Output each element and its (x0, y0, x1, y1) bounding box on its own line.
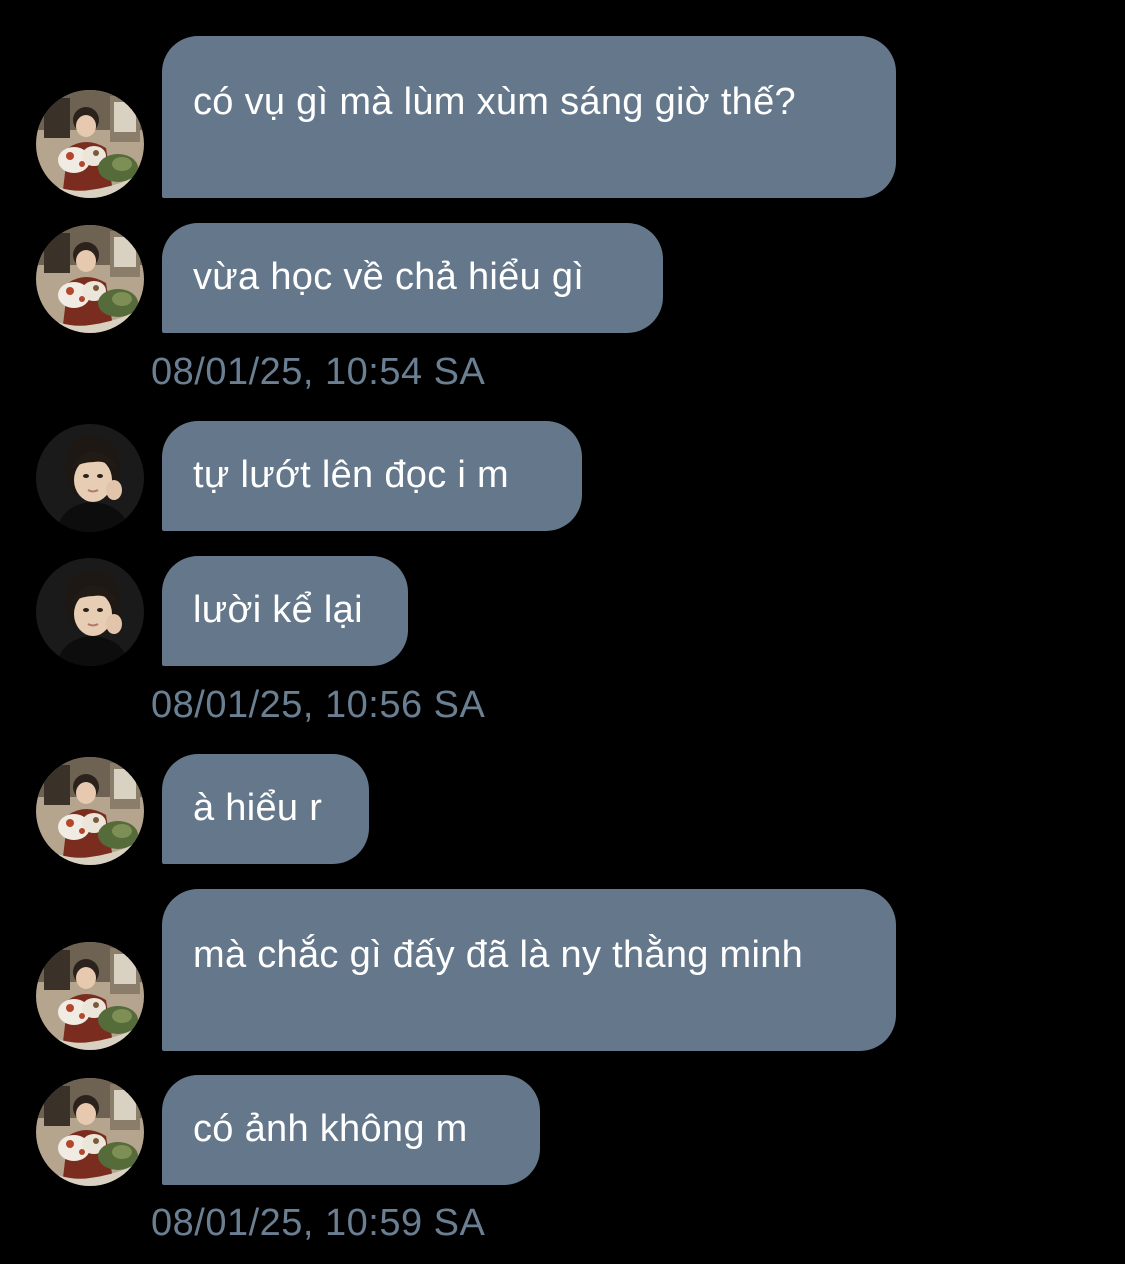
timestamp: 08/01/25, 10:59 SA (151, 1202, 486, 1244)
message-text: có vụ gì mà lùm xùm sáng giờ thế? (193, 81, 796, 123)
message-text: có ảnh không m (193, 1108, 468, 1150)
message-bubble[interactable]: vừa học về chả hiểu gì (162, 223, 663, 333)
avatar-photo-icon (36, 757, 144, 865)
friend-b-avatar[interactable] (36, 558, 144, 666)
friend-a-avatar[interactable] (36, 942, 144, 1050)
avatar-photo-icon (36, 558, 144, 666)
message-text: à hiểu r (193, 787, 323, 829)
avatar-photo-icon (36, 90, 144, 198)
message-text: vừa học về chả hiểu gì (193, 256, 585, 298)
message-thread: có vụ gì mà lùm xùm sáng giờ thế? vừa họ… (0, 0, 1125, 1264)
avatar-photo-icon (36, 424, 144, 532)
friend-a-avatar[interactable] (36, 225, 144, 333)
message-row: à hiểu r (0, 754, 1125, 864)
message-row: có vụ gì mà lùm xùm sáng giờ thế? (0, 36, 1125, 199)
friend-a-avatar[interactable] (36, 757, 144, 865)
message-row: tự lướt lên đọc i m (0, 421, 1125, 531)
message-row: mà chắc gì đấy đã là ny thằng minh (0, 889, 1125, 1051)
friend-a-avatar[interactable] (36, 1078, 144, 1186)
timestamp: 08/01/25, 10:54 SA (151, 351, 486, 393)
message-bubble[interactable]: có ảnh không m (162, 1075, 540, 1185)
friend-a-avatar[interactable] (36, 90, 144, 198)
message-row: có ảnh không m (0, 1075, 1125, 1185)
message-bubble[interactable]: à hiểu r (162, 754, 369, 864)
avatar-photo-icon (36, 225, 144, 333)
timestamp: 08/01/25, 10:56 SA (151, 684, 486, 726)
avatar-photo-icon (36, 942, 144, 1050)
message-text: tự lướt lên đọc i m (193, 454, 509, 496)
message-bubble[interactable]: lười kể lại (162, 556, 408, 666)
friend-b-avatar[interactable] (36, 424, 144, 532)
message-bubble[interactable]: tự lướt lên đọc i m (162, 421, 582, 531)
message-text: lười kể lại (193, 589, 363, 631)
message-text: mà chắc gì đấy đã là ny thằng minh (193, 934, 804, 976)
message-row: vừa học về chả hiểu gì (0, 223, 1125, 333)
message-bubble[interactable]: có vụ gì mà lùm xùm sáng giờ thế? (162, 36, 896, 198)
message-row: lười kể lại (0, 556, 1125, 666)
message-bubble[interactable]: mà chắc gì đấy đã là ny thằng minh (162, 889, 896, 1051)
avatar-photo-icon (36, 1078, 144, 1186)
